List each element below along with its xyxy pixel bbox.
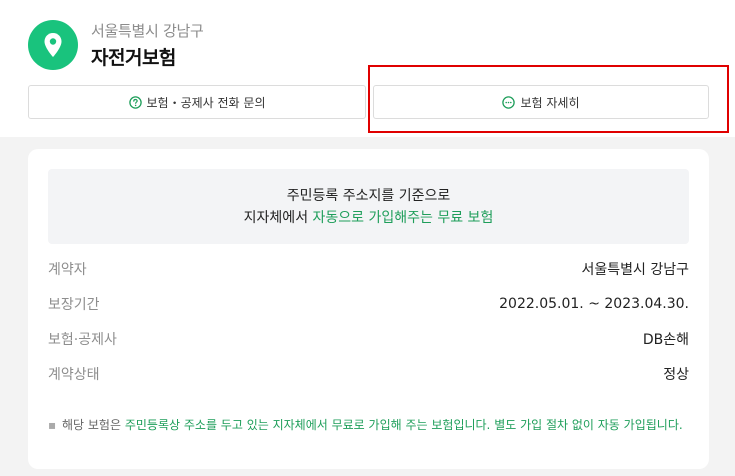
notice-line-2: 지자체에서 자동으로 가입해주는 무료 보험 bbox=[244, 207, 494, 229]
location-pin-icon bbox=[28, 20, 78, 70]
page-title: 자전거보험 bbox=[91, 47, 176, 69]
insurance-info-card: 주민등록 주소지를 기준으로 지자체에서 자동으로 가입해주는 무료 보험 계약… bbox=[28, 149, 709, 469]
question-circle-icon bbox=[128, 95, 142, 109]
insurance-detail-button[interactable]: 보험 자세히 bbox=[373, 85, 709, 119]
detail-label: 계약상태 bbox=[48, 367, 100, 383]
footnote: ▪ 해당 보험은 주민등록상 주소를 두고 있는 지자체에서 무료로 가입해 주… bbox=[48, 416, 693, 435]
footnote-highlight: 주민등록상 주소를 두고 있는 지자체에서 무료로 가입해 주는 보험입니다. … bbox=[124, 418, 683, 432]
detail-row-insurer: 보험·공제사 DB손해 bbox=[48, 327, 689, 351]
insurer-call-label: 보험・공제사 전화 문의 bbox=[146, 95, 266, 110]
detail-value: DB손해 bbox=[642, 332, 689, 348]
region-subtitle: 서울특별시 강남구 bbox=[91, 22, 204, 40]
footnote-text: 해당 보험은 주민등록상 주소를 두고 있는 지자체에서 무료로 가입해 주는 … bbox=[62, 416, 683, 435]
notice-line-1: 주민등록 주소지를 기준으로 bbox=[286, 187, 451, 204]
detail-value: 서울특별시 강남구 bbox=[581, 262, 690, 278]
footnote-prefix: 해당 보험은 bbox=[62, 418, 125, 432]
notice-line-2-highlight: 자동으로 가입해주는 무료 보험 bbox=[312, 209, 494, 226]
detail-row-coverage-period: 보장기간 2022.05.01. ~ 2023.04.30. bbox=[48, 292, 689, 316]
detail-label: 보장기간 bbox=[48, 297, 100, 313]
notice-line-2-prefix: 지자체에서 bbox=[243, 209, 313, 226]
insurance-detail-label: 보험 자세히 bbox=[520, 95, 580, 110]
detail-row-contractor: 계약자 서울특별시 강남구 bbox=[48, 257, 689, 281]
detail-label: 보험·공제사 bbox=[48, 332, 117, 348]
header-section: 서울특별시 강남구 자전거보험 보험・공제사 전화 문의 보험 자세히 bbox=[0, 0, 735, 137]
detail-value: 2022.05.01. ~ 2023.04.30. bbox=[499, 296, 689, 312]
detail-row-contract-status: 계약상태 정상 bbox=[48, 362, 689, 386]
insurer-call-button[interactable]: 보험・공제사 전화 문의 bbox=[28, 85, 366, 119]
notice-box: 주민등록 주소지를 기준으로 지자체에서 자동으로 가입해주는 무료 보험 bbox=[48, 169, 689, 244]
more-circle-icon bbox=[502, 95, 516, 109]
detail-label: 계약자 bbox=[48, 262, 87, 278]
footnote-bullet: ▪ bbox=[48, 418, 57, 432]
detail-value: 정상 bbox=[663, 367, 689, 383]
